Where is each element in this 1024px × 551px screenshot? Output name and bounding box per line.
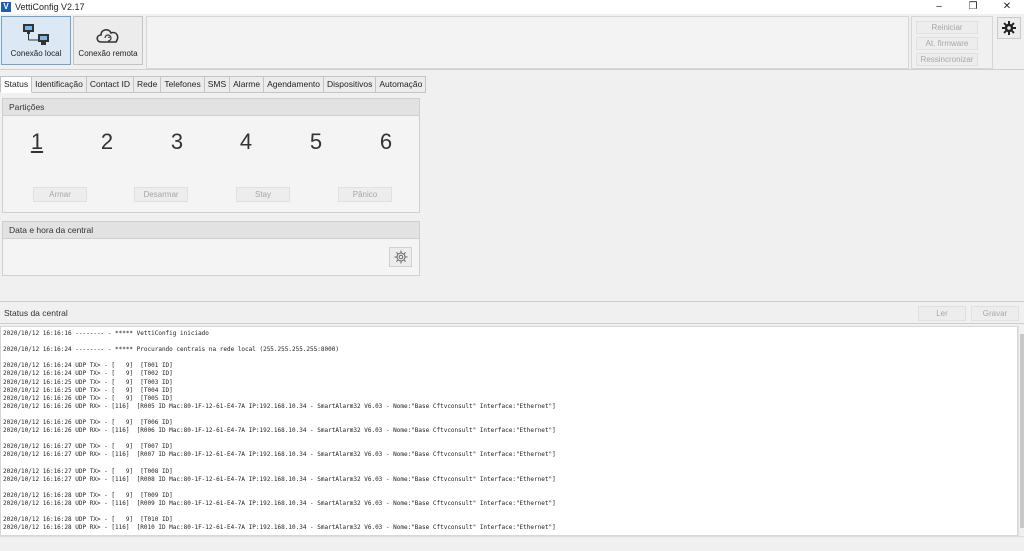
log-line: 2020/10/12 16:16:27 UDP RX> - [116] [R00…	[3, 451, 556, 459]
toolbar: Conexão local Conexão remota Reiniciar A…	[0, 14, 1024, 70]
remote-connection-button[interactable]: Conexão remota	[73, 16, 143, 65]
partitions-panel: Partições 1 2 3 4 5 6 Armar Desarmar Sta…	[2, 98, 420, 213]
tab-automacao[interactable]: Automação	[376, 76, 427, 93]
tab-bar: Status Identificação Contact ID Rede Tel…	[0, 76, 427, 93]
minimize-button[interactable]: –	[922, 0, 956, 14]
close-button[interactable]: ✕	[990, 0, 1024, 14]
partition-2[interactable]: 2	[97, 129, 117, 155]
app-logo-icon: V	[1, 2, 11, 12]
reiniciar-button[interactable]: Reiniciar	[916, 21, 978, 34]
status-title: Status da central	[4, 308, 68, 318]
partition-1[interactable]: 1	[27, 129, 47, 155]
datetime-panel: Data e hora da central	[2, 221, 420, 276]
datetime-title: Data e hora da central	[3, 222, 419, 239]
log-line: 2020/10/12 16:16:26 UDP RX> - [116] [R00…	[3, 402, 556, 410]
tab-identificacao[interactable]: Identificação	[32, 76, 87, 93]
log-line: 2020/10/12 16:16:26 UDP RX> - [116] [R00…	[3, 427, 556, 435]
log-line: 2020/10/12 16:16:27 UDP TX> - [ 9] [T007…	[3, 443, 173, 451]
armar-button[interactable]: Armar	[33, 187, 87, 202]
device-actions-group: Reiniciar At. firmware Ressincronizar	[911, 16, 993, 69]
stay-button[interactable]: Stay	[236, 187, 290, 202]
local-connection-button[interactable]: Conexão local	[1, 16, 71, 65]
log-line: 2020/10/12 16:16:25 UDP TX> - [ 9] [T003…	[3, 378, 173, 386]
datetime-settings-button[interactable]	[389, 247, 412, 267]
ler-button[interactable]: Ler	[918, 306, 966, 321]
log-line: 2020/10/12 16:16:28 UDP RX> - [116] [R00…	[3, 499, 556, 507]
toolbar-empty-area	[146, 16, 909, 69]
log-vertical-scrollbar[interactable]	[1018, 326, 1024, 536]
log-line: 2020/10/12 16:16:24 UDP TX> - [ 9] [T002…	[3, 370, 173, 378]
gear-icon	[1002, 21, 1016, 35]
tab-alarme[interactable]: Alarme	[230, 76, 265, 93]
panico-button[interactable]: Pânico	[338, 187, 392, 202]
gear-icon	[394, 250, 407, 264]
tab-rede[interactable]: Rede	[134, 76, 162, 93]
window-title: VettiConfig V2.17	[15, 2, 85, 12]
log-line: 2020/10/12 16:16:27 UDP RX> - [116] [R00…	[3, 475, 556, 483]
log-line: 2020/10/12 16:16:26 UDP TX> - [ 9] [T006…	[3, 419, 173, 427]
settings-button[interactable]	[997, 17, 1021, 39]
partition-5[interactable]: 5	[306, 129, 326, 155]
log-line: 2020/10/12 16:16:24 UDP TX> - [ 9] [T001…	[3, 362, 173, 370]
title-bar: V VettiConfig V2.17 – ❐ ✕	[0, 0, 1024, 14]
bottom-bar	[0, 536, 1024, 551]
partitions-title: Partições	[3, 99, 419, 116]
restore-button[interactable]: ❐	[956, 0, 990, 14]
network-computers-icon	[23, 24, 49, 45]
log-line: 2020/10/12 16:16:28 UDP TX> - [ 9] [T010…	[3, 516, 173, 524]
tab-sms[interactable]: SMS	[204, 76, 231, 93]
status-log[interactable]: 2020/10/12 16:16:16 -------- - ***** Vet…	[0, 326, 1018, 536]
gravar-button[interactable]: Gravar	[971, 306, 1019, 321]
tab-status[interactable]: Status	[0, 76, 33, 93]
log-scroll-thumb[interactable]	[1020, 334, 1024, 528]
remote-connection-label: Conexão remota	[78, 49, 138, 58]
tab-agendamento[interactable]: Agendamento	[264, 76, 325, 93]
log-line: 2020/10/12 16:16:28 UDP RX> - [116] [R01…	[3, 524, 556, 532]
partition-6[interactable]: 6	[376, 129, 396, 155]
log-line: 2020/10/12 16:16:28 UDP TX> - [ 9] [T009…	[3, 491, 173, 499]
log-line: 2020/10/12 16:16:26 UDP TX> - [ 9] [T005…	[3, 394, 173, 402]
partition-3[interactable]: 3	[167, 129, 187, 155]
log-line: 2020/10/12 16:16:25 UDP TX> - [ 9] [T004…	[3, 386, 173, 394]
log-line: 2020/10/12 16:16:24 -------- - ***** Pro…	[3, 346, 339, 354]
tab-contact-id[interactable]: Contact ID	[86, 76, 134, 93]
firmware-update-button[interactable]: At. firmware	[916, 37, 978, 50]
log-line: 2020/10/12 16:16:16 -------- - ***** Vet…	[3, 330, 209, 337]
status-section-header: Status da central Ler Gravar	[0, 301, 1024, 324]
local-connection-label: Conexão local	[10, 49, 62, 58]
window-controls: – ❐ ✕	[922, 0, 1024, 14]
tab-telefones[interactable]: Telefones	[161, 76, 205, 93]
cloud-sync-icon	[96, 29, 119, 43]
partition-4[interactable]: 4	[236, 129, 256, 155]
tab-dispositivos[interactable]: Dispositivos	[324, 76, 377, 93]
log-line: 2020/10/12 16:16:27 UDP TX> - [ 9] [T008…	[3, 467, 173, 475]
desarmar-button[interactable]: Desarmar	[134, 187, 188, 202]
ressincronizar-button[interactable]: Ressincronizar	[916, 53, 978, 66]
